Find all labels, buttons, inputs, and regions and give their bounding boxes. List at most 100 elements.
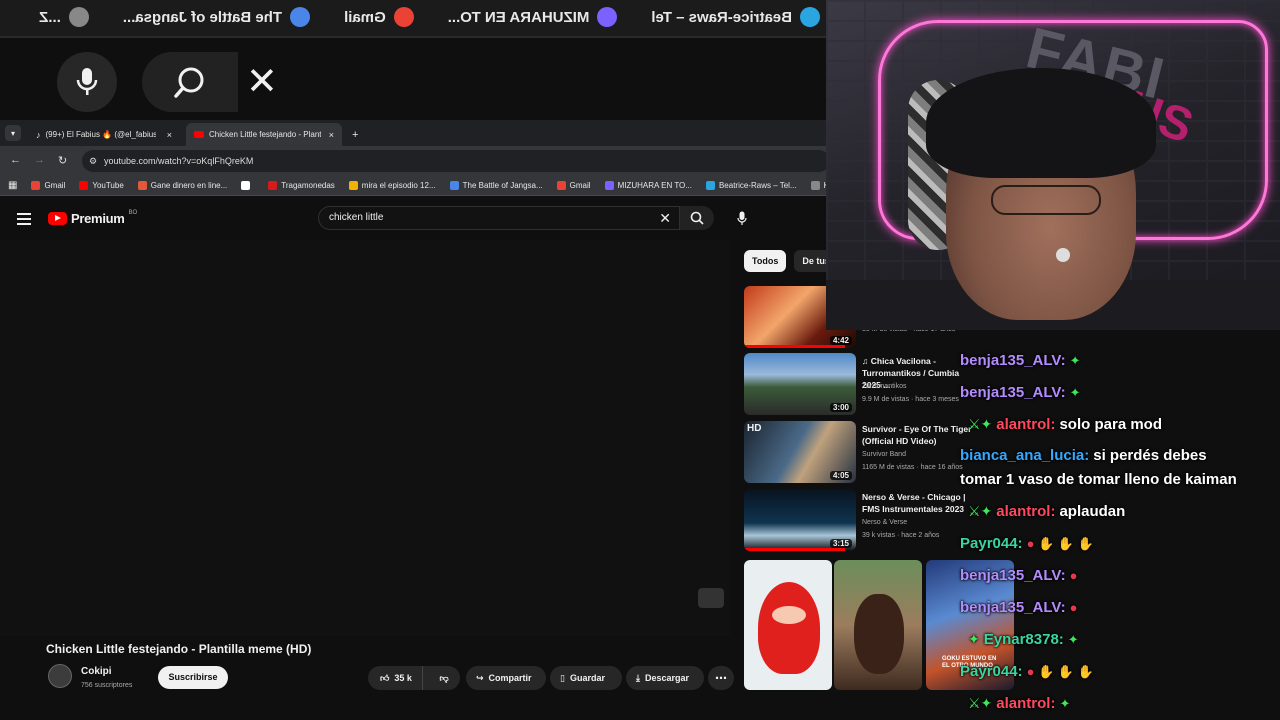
clear-search-icon[interactable]: ✕ <box>659 207 671 229</box>
channel-name[interactable]: Cokipi <box>81 666 112 677</box>
address-bar[interactable]: ⚙ youtube.com/watch?v=oKqlFhQreKM <box>82 150 830 172</box>
mirrored-bookmark: ...Z <box>39 7 89 27</box>
share-arrow-icon: ↪ <box>476 672 484 683</box>
mirrored-bookmark-strip: Beatrice-Raws – Tel MIZUHARA EN TO... Gmai… <box>0 0 830 38</box>
channel-name: Nerso & Verse <box>862 519 908 526</box>
bookmark-favicon-icon <box>79 181 89 190</box>
video-thumbnail: HD 4:05 <box>744 421 856 483</box>
video-views: 9.9 M de vistas · hace 3 meses <box>862 396 959 403</box>
like-dislike-group: 👍︎ 35 k 👎︎ <box>368 666 460 690</box>
chat-message: benja135_ALV: ● <box>960 567 1077 584</box>
mirrored-bookmark-label: MIZUHARA EN TO... <box>447 8 590 26</box>
chat-message: ⚔✦ alantrol: solo para mod <box>968 416 1162 433</box>
duration-badge: 4:05 <box>829 471 852 480</box>
site-info-icon[interactable]: ⚙ <box>89 150 97 172</box>
subscriber-count: 756 suscriptores <box>81 682 133 689</box>
new-tab-button[interactable]: + <box>344 123 364 146</box>
chat-message: benja135_ALV: ● <box>960 599 1077 616</box>
voice-search-button[interactable] <box>142 52 238 112</box>
microphone-icon <box>737 211 747 225</box>
chat-username: bianca_ana_lucia: <box>960 447 1090 464</box>
chat-emote-icon: ● ✋ ✋ ✋ <box>1026 664 1094 679</box>
hd-badge: HD <box>747 423 762 434</box>
apps-grid-icon[interactable]: ▦ <box>8 180 17 191</box>
bookmark-item[interactable]: Tragamonedas <box>268 181 335 190</box>
bookmark-favicon-icon <box>31 181 41 190</box>
search-icon <box>690 211 704 225</box>
streamer-hair <box>926 68 1156 178</box>
tab-el-fabius[interactable]: ♪ (99+) El Fabius 🔥 (@el_fabius × <box>28 123 180 146</box>
chat-emote-icon: ● <box>1069 600 1078 615</box>
bookmark-favicon-icon <box>604 181 614 190</box>
bookmark-item[interactable]: Gane dinero en line... <box>137 181 228 190</box>
chat-emote-icon: ● <box>1069 568 1078 583</box>
chat-badge-icon: ⚔✦ <box>968 695 993 711</box>
search-button[interactable] <box>680 206 714 230</box>
close-tab-icon[interactable]: × <box>329 130 334 140</box>
chat-emote-icon: ✦ <box>1069 385 1081 400</box>
share-button[interactable]: ↪ Compartir <box>466 666 546 690</box>
chat-message: ⚔✦ alantrol: ✦ <box>968 695 1070 712</box>
youtube-premium-logo[interactable]: Premium BO <box>48 210 137 226</box>
url-text: youtube.com/watch?v=oKqlFhQreKM <box>104 156 254 166</box>
tiktok-icon: ♪ <box>36 129 41 140</box>
close-tab-icon[interactable]: × <box>167 130 172 140</box>
knuckles-meme-icon <box>758 582 820 674</box>
tab-chicken-little[interactable]: Chicken Little festejando - Plantil × <box>186 123 342 146</box>
more-actions-button[interactable]: ⋯ <box>708 666 734 690</box>
bookmark-item[interactable]: Gmail <box>31 181 65 190</box>
subscribe-button[interactable]: Suscribirse <box>158 666 228 689</box>
microphone-button[interactable] <box>57 52 117 112</box>
search-value: chicken little <box>329 212 384 223</box>
bookmark-item[interactable]: Gmail <box>556 181 591 190</box>
bookmark-item[interactable]: The Battle of Jangsa... <box>449 181 543 190</box>
channel-avatar[interactable] <box>48 664 72 688</box>
watch-progress <box>744 548 845 551</box>
chat-badge-icon: ✦ <box>968 631 980 647</box>
duration-badge: 3:15 <box>829 539 852 548</box>
save-button[interactable]: ▯ Guardar <box>550 666 622 690</box>
like-button[interactable]: 👍︎ 35 k <box>368 666 424 690</box>
chat-username: Eynar8378: <box>983 631 1064 648</box>
bookmark-item[interactable]: YouTube <box>79 181 124 190</box>
bookmark-item[interactable]: mira el episodio 12... <box>348 181 436 190</box>
forward-arrow-icon[interactable]: → <box>34 154 45 166</box>
mirrored-bookmark: Gmail <box>344 7 414 27</box>
bookmark-label: Gmail <box>44 181 66 190</box>
duration-badge: 4:42 <box>829 336 852 345</box>
back-arrow-icon[interactable]: ← <box>10 154 21 166</box>
download-button[interactable]: ⤓ Descargar <box>626 666 704 690</box>
menu-icon[interactable] <box>17 213 31 225</box>
video-views: 1165 M de vistas · hace 16 años <box>862 464 963 471</box>
short-thumbnail[interactable] <box>834 560 922 690</box>
recommendation-item[interactable]: 3:00 ♫ Chica Vacilona - Turromantikos / … <box>744 353 974 415</box>
stream-chat: benja135_ALV: ✦ benja135_ALV: ✦ ⚔✦ alantrol: s… <box>960 350 1280 720</box>
video-player[interactable] <box>0 240 730 636</box>
recommendation-item[interactable]: 3:15 Nerso & Verse - Chicago | FMS Instr… <box>744 489 974 551</box>
bookmark-favicon-icon <box>597 7 618 27</box>
watch-progress <box>744 345 845 348</box>
search-input[interactable]: chicken little ✕ <box>318 206 680 230</box>
chat-username: alantrol: <box>996 695 1056 712</box>
bookmark-label: Gane dinero en line... <box>150 181 228 190</box>
recommendation-item[interactable]: HD 4:05 Survivor - Eye Of The Tiger (Off… <box>744 421 974 483</box>
chip-all[interactable]: Todos <box>744 250 787 272</box>
dislike-button[interactable]: 👎︎ <box>428 673 460 684</box>
close-voice-search-button[interactable]: ✕ <box>246 60 278 104</box>
bookmark-item[interactable]: Beatrice-Raws – Tel... <box>705 181 797 190</box>
reload-icon[interactable]: ↻ <box>58 154 67 167</box>
voice-search-bar: ✕ <box>0 40 830 120</box>
bookmark-item[interactable]: MIZUHARA EN TO... <box>604 181 692 190</box>
short-thumbnail[interactable] <box>744 560 832 690</box>
streamer-webcam: FABI US <box>826 0 1280 330</box>
voice-search-button[interactable] <box>730 206 754 230</box>
chat-emote-icon: ✦ <box>1059 696 1071 711</box>
bookmark-favicon-icon <box>556 181 566 190</box>
mirrored-bookmark-label: Beatrice-Raws – Tel <box>651 8 792 26</box>
chat-text: solo para mod <box>1059 416 1162 433</box>
bookmark-item[interactable] <box>241 181 254 190</box>
video-thumbnail: 3:00 <box>744 353 856 415</box>
address-toolbar: ← → ↻ ⚙ youtube.com/watch?v=oKqlFhQreKM <box>0 146 830 176</box>
tab-search-button[interactable]: ▾ <box>5 125 21 141</box>
player-overlay-icon <box>698 588 724 608</box>
